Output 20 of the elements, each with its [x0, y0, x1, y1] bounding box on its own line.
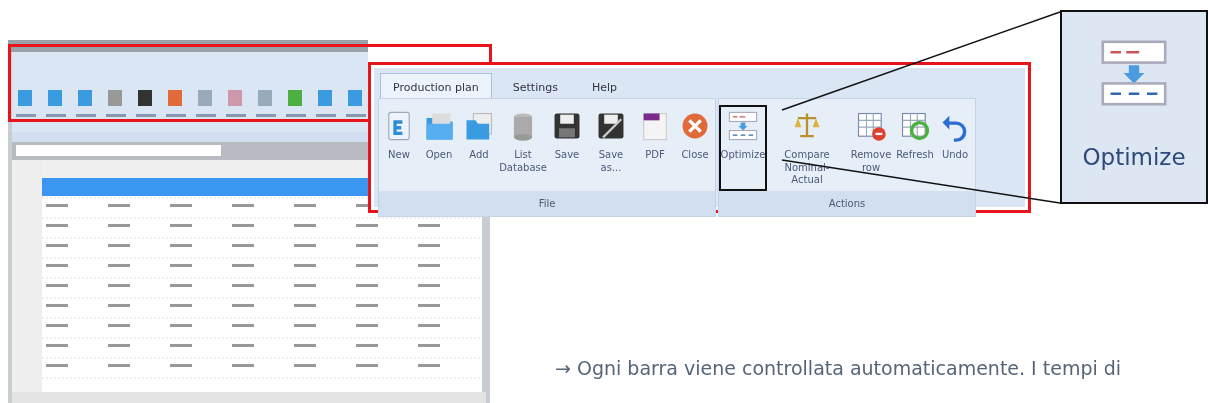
caption-text: → Ogni barra viene controllata automaticamente. I tempi di	[555, 356, 1123, 381]
zoomed-label: Optimize	[1082, 143, 1186, 172]
ribbon-button[interactable]: Optimize	[719, 105, 767, 191]
ribbon-button[interactable]: Refresh	[895, 105, 935, 191]
ribbon-button[interactable]: Save as...	[587, 105, 635, 191]
ribbon-button[interactable]: Add	[459, 105, 499, 191]
ribbon-button[interactable]: Close	[675, 105, 715, 191]
group-label: Actions	[719, 190, 975, 216]
ribbon-tab[interactable]: Production plan	[380, 73, 492, 98]
ribbon-button[interactable]: Save	[547, 105, 587, 191]
ribbon-button[interactable]: Open	[419, 105, 459, 191]
ribbon-button[interactable]: Undo	[935, 105, 975, 191]
ribbon-button[interactable]: New	[379, 105, 419, 191]
ribbon-button[interactable]: Compare Nominal-Actual	[767, 105, 847, 191]
ribbon-button[interactable]: List Database	[499, 105, 547, 191]
ribbon-button[interactable]: Remove row	[847, 105, 895, 191]
ribbon-button[interactable]: PDF	[635, 105, 675, 191]
ribbon-tab[interactable]: Help	[578, 73, 630, 98]
ribbon-tab[interactable]: Settings	[499, 73, 571, 98]
group-label: File	[379, 190, 715, 216]
